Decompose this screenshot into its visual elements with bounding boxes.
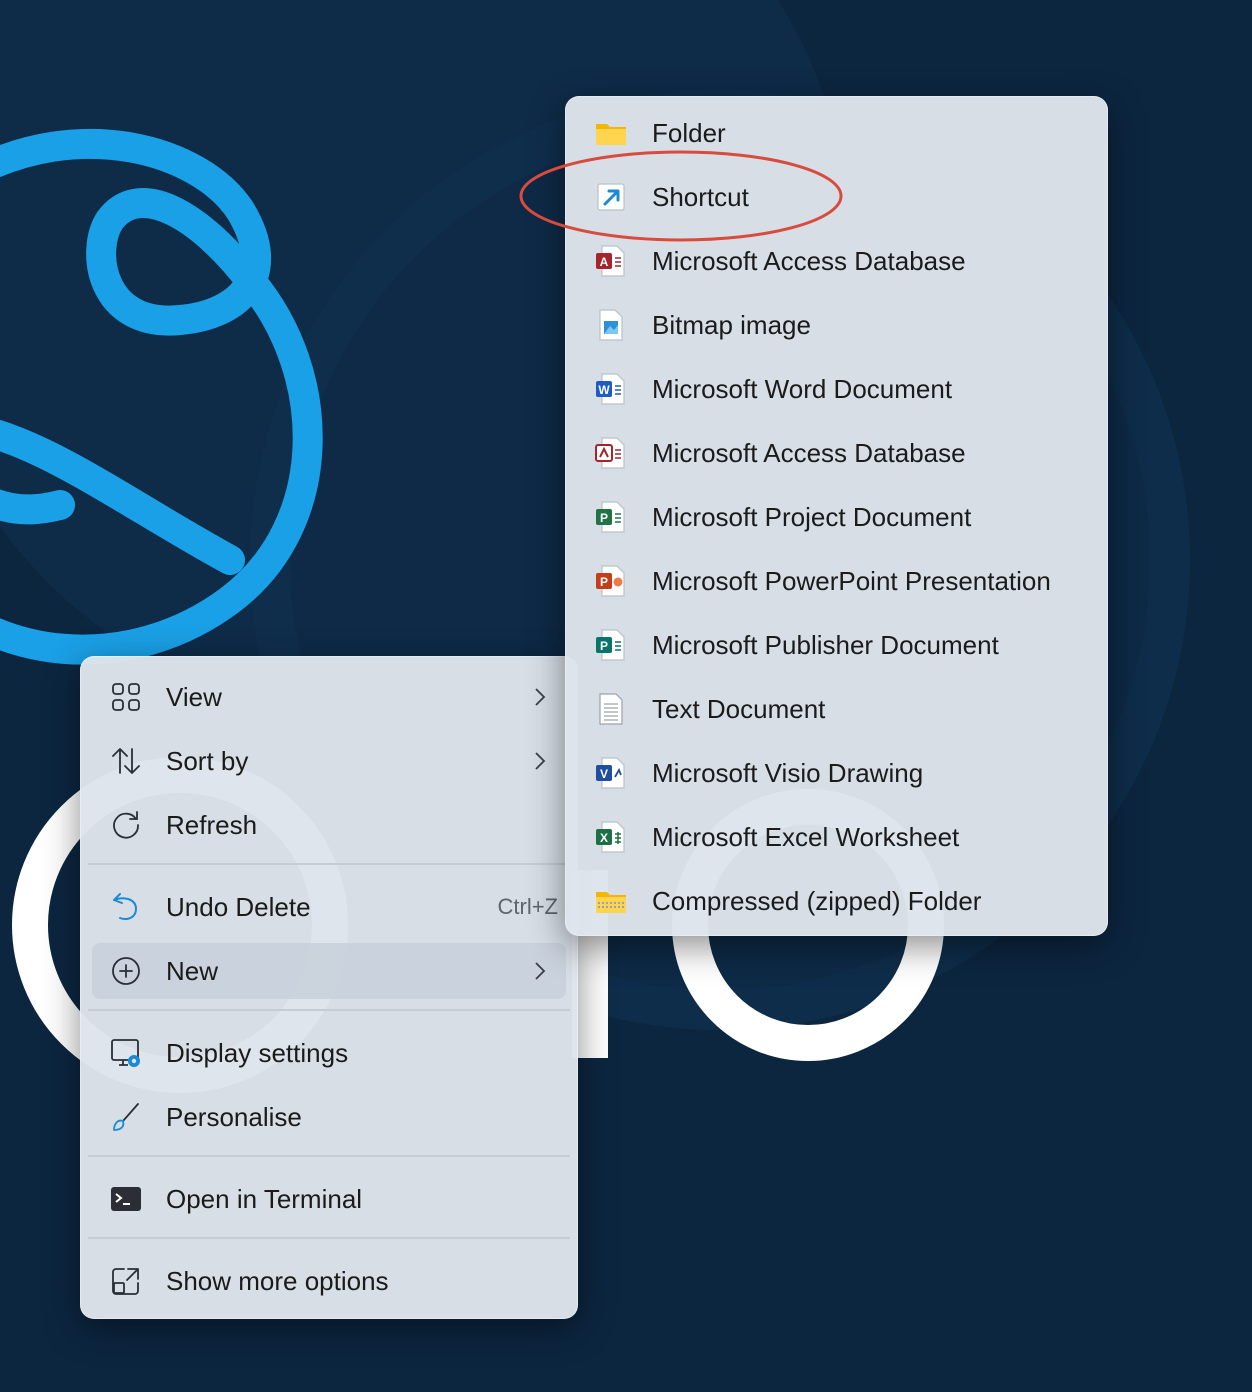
submenu-item-text-document-label: Text Document bbox=[652, 694, 826, 724]
submenu-item-visio-drawing[interactable]: V Microsoft Visio Drawing bbox=[577, 745, 1096, 801]
display-settings-icon bbox=[111, 1039, 140, 1067]
view-grid-icon bbox=[112, 683, 140, 711]
submenu-item-compressed-folder-label: Compressed (zipped) Folder bbox=[652, 886, 982, 916]
svg-text:P: P bbox=[600, 511, 608, 525]
sort-icon bbox=[112, 748, 140, 774]
submenu-item-text-document[interactable]: Text Document bbox=[577, 681, 1096, 737]
svg-text:A: A bbox=[600, 255, 609, 269]
submenu-item-visio-drawing-label: Microsoft Visio Drawing bbox=[652, 758, 924, 788]
menu-item-display-settings-label: Display settings bbox=[166, 1038, 349, 1068]
submenu-item-access-database-2[interactable]: Microsoft Access Database bbox=[577, 425, 1096, 481]
menu-item-view-label: View bbox=[166, 682, 222, 712]
menu-item-sort-by[interactable]: Sort by bbox=[92, 733, 566, 789]
menu-item-sort-by-label: Sort by bbox=[166, 746, 249, 776]
menu-separator bbox=[88, 1155, 570, 1157]
access-icon: A bbox=[596, 245, 625, 277]
chevron-right-icon bbox=[535, 688, 546, 706]
menu-separator bbox=[88, 1237, 570, 1239]
visio-icon: V bbox=[596, 757, 625, 789]
submenu-item-project-document[interactable]: P Microsoft Project Document bbox=[577, 489, 1096, 545]
undo-shortcut: Ctrl+Z bbox=[497, 894, 559, 919]
submenu-item-access-database-label: Microsoft Access Database bbox=[652, 246, 966, 276]
undo-icon bbox=[113, 893, 137, 920]
svg-text:W: W bbox=[598, 383, 610, 397]
chevron-right-icon bbox=[535, 962, 546, 980]
refresh-icon bbox=[113, 811, 139, 839]
text-document-icon bbox=[599, 693, 623, 725]
submenu-item-bitmap-image-label: Bitmap image bbox=[652, 310, 811, 340]
svg-text:P: P bbox=[600, 575, 608, 589]
submenu-item-bitmap-image[interactable]: Bitmap image bbox=[577, 297, 1096, 353]
menu-item-open-terminal[interactable]: Open in Terminal bbox=[92, 1171, 566, 1227]
submenu-item-folder-label: Folder bbox=[652, 118, 726, 148]
project-icon: P bbox=[596, 501, 625, 533]
submenu-item-publisher-label: Microsoft Publisher Document bbox=[652, 630, 999, 660]
desktop-context-menu: View Sort by Refresh Undo Delete Ctrl+Z … bbox=[80, 656, 578, 1319]
submenu-item-shortcut[interactable]: Shortcut bbox=[577, 169, 1096, 225]
excel-icon: X bbox=[596, 821, 625, 853]
submenu-item-folder[interactable]: Folder bbox=[577, 105, 1096, 161]
submenu-item-project-document-label: Microsoft Project Document bbox=[652, 502, 972, 532]
menu-item-open-terminal-label: Open in Terminal bbox=[166, 1184, 363, 1214]
submenu-item-word-document-label: Microsoft Word Document bbox=[652, 374, 953, 404]
word-icon: W bbox=[596, 373, 625, 405]
menu-item-new[interactable]: New bbox=[92, 943, 566, 999]
menu-item-show-more-options[interactable]: Show more options bbox=[92, 1253, 566, 1309]
submenu-item-access-database[interactable]: A Microsoft Access Database bbox=[577, 233, 1096, 289]
show-more-options-icon bbox=[112, 1268, 139, 1295]
submenu-item-shortcut-label: Shortcut bbox=[652, 182, 749, 212]
menu-item-personalise[interactable]: Personalise bbox=[92, 1089, 566, 1145]
chevron-right-icon bbox=[535, 752, 546, 770]
menu-item-refresh-label: Refresh bbox=[166, 810, 258, 840]
menu-item-display-settings[interactable]: Display settings bbox=[92, 1025, 566, 1081]
menu-item-new-label: New bbox=[166, 956, 219, 986]
menu-item-refresh[interactable]: Refresh bbox=[92, 797, 566, 853]
submenu-item-excel-worksheet-label: Microsoft Excel Worksheet bbox=[652, 822, 960, 852]
submenu-item-compressed-folder[interactable]: Compressed (zipped) Folder bbox=[577, 873, 1096, 929]
new-plus-icon bbox=[112, 957, 140, 985]
menu-item-view[interactable]: View bbox=[92, 669, 566, 725]
submenu-item-access-database-2-label: Microsoft Access Database bbox=[652, 438, 966, 468]
svg-text:X: X bbox=[600, 831, 608, 845]
menu-separator bbox=[88, 863, 570, 865]
brush-icon bbox=[113, 1103, 139, 1131]
bitmap-icon bbox=[599, 309, 623, 341]
new-submenu: Folder Shortcut A Microsoft Access Datab… bbox=[565, 96, 1108, 936]
submenu-item-excel-worksheet[interactable]: X Microsoft Excel Worksheet bbox=[577, 809, 1096, 865]
submenu-item-powerpoint[interactable]: P Microsoft PowerPoint Presentation bbox=[577, 553, 1096, 609]
menu-item-personalise-label: Personalise bbox=[166, 1102, 302, 1132]
menu-item-undo-delete[interactable]: Undo Delete Ctrl+Z bbox=[92, 879, 566, 935]
svg-text:V: V bbox=[600, 767, 608, 781]
powerpoint-icon: P bbox=[596, 565, 625, 597]
menu-item-show-more-options-label: Show more options bbox=[166, 1266, 389, 1296]
svg-text:P: P bbox=[600, 639, 608, 653]
submenu-item-powerpoint-label: Microsoft PowerPoint Presentation bbox=[652, 566, 1051, 596]
access-alt-icon bbox=[595, 437, 625, 469]
menu-separator bbox=[88, 1009, 570, 1011]
submenu-item-publisher[interactable]: P Microsoft Publisher Document bbox=[577, 617, 1096, 673]
terminal-icon bbox=[111, 1187, 141, 1211]
zip-folder-icon bbox=[596, 892, 626, 913]
menu-item-undo-delete-label: Undo Delete bbox=[166, 892, 311, 922]
submenu-item-word-document[interactable]: W Microsoft Word Document bbox=[577, 361, 1096, 417]
shortcut-icon bbox=[597, 183, 625, 211]
folder-icon bbox=[596, 124, 626, 145]
publisher-icon: P bbox=[596, 629, 625, 661]
